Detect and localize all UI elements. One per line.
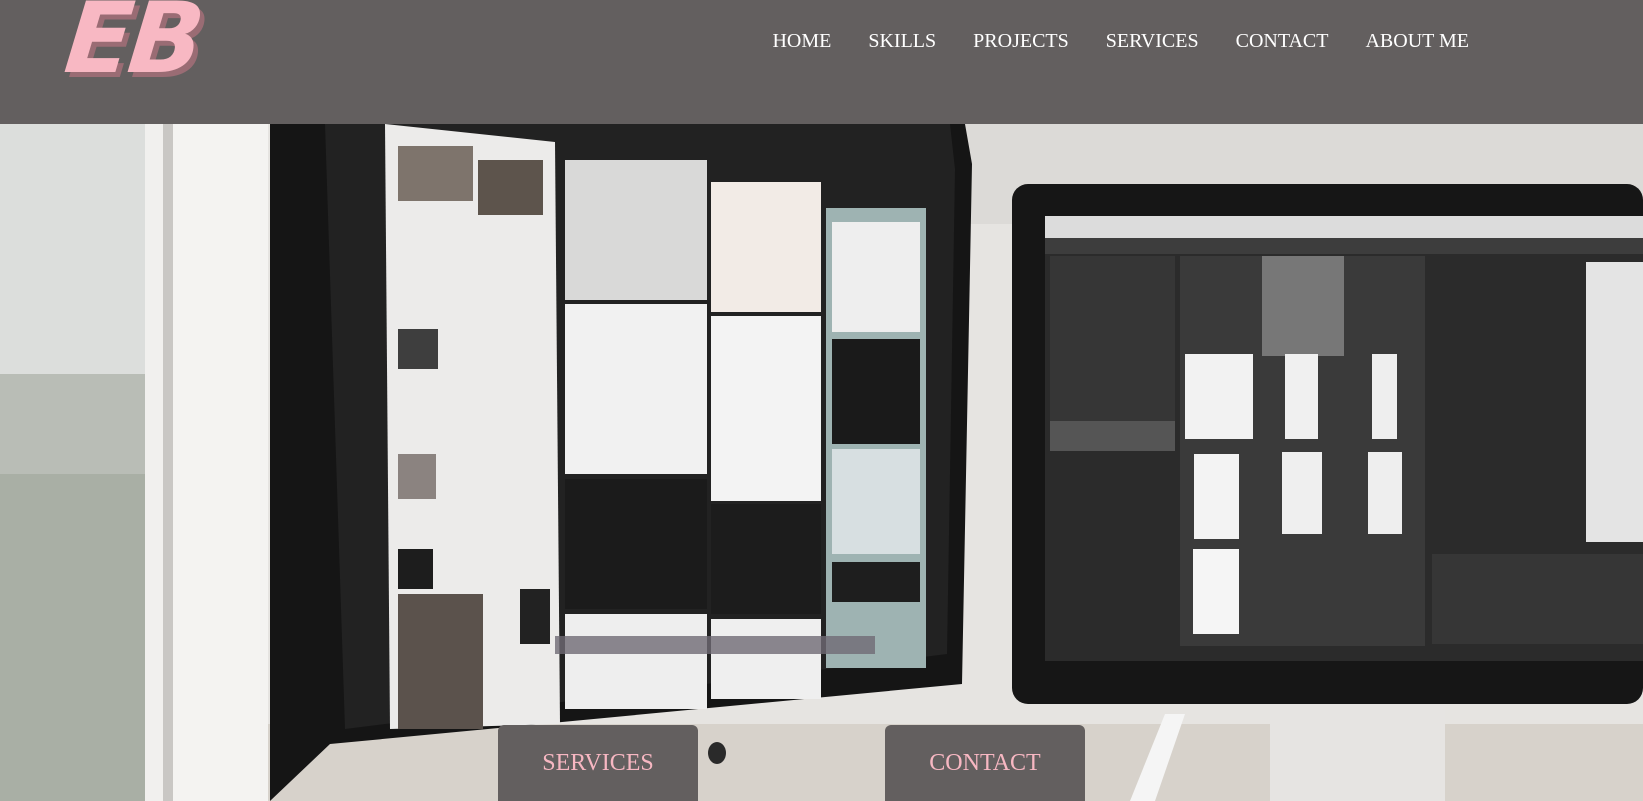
- main-nav: HOME SKILLS PROJECTS SERVICES CONTACT AB…: [735, 30, 1469, 53]
- apple-logo-icon: [708, 742, 726, 764]
- nav-skills[interactable]: SKILLS: [868, 30, 936, 53]
- nav-home[interactable]: HOME: [772, 30, 831, 53]
- contact-button[interactable]: CONTACT: [885, 725, 1085, 801]
- nav-services[interactable]: SERVICES: [1106, 30, 1199, 53]
- nav-contact[interactable]: CONTACT: [1236, 30, 1329, 53]
- hero-image: [0, 124, 1643, 801]
- logo[interactable]: EB: [60, 0, 206, 96]
- services-button[interactable]: SERVICES: [498, 725, 698, 801]
- nav-projects[interactable]: PROJECTS: [973, 30, 1069, 53]
- site-header: EB HOME SKILLS PROJECTS SERVICES CONTACT…: [0, 0, 1643, 124]
- hero-section: [0, 124, 1643, 801]
- nav-about-me[interactable]: ABOUT ME: [1365, 30, 1469, 53]
